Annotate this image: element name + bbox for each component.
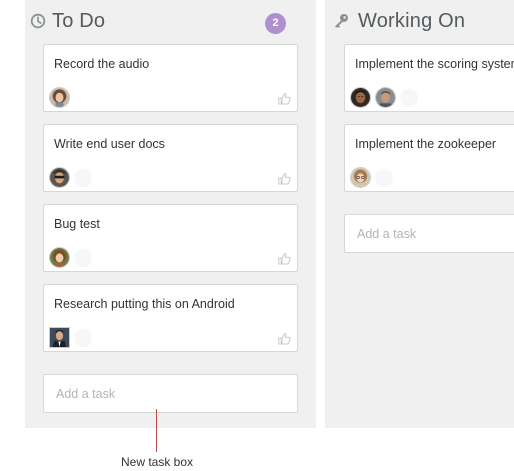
avatar[interactable] <box>350 87 371 108</box>
avatar-placeholder <box>74 169 92 187</box>
task-card[interactable]: Write end user docs <box>43 124 298 192</box>
assignee-list <box>350 87 418 108</box>
avatar[interactable] <box>49 167 70 188</box>
task-card[interactable]: Research putting this on Android <box>43 284 298 352</box>
task-title: Record the audio <box>54 57 150 71</box>
avatar[interactable] <box>49 247 70 268</box>
avatar[interactable] <box>49 87 70 108</box>
assignee-list <box>49 327 92 348</box>
callout-line <box>156 409 157 452</box>
assignee-list <box>49 167 92 188</box>
clock-icon <box>30 13 46 29</box>
column-title: Working On <box>358 10 466 32</box>
thumbs-up-icon[interactable] <box>278 252 291 265</box>
task-title: Implement the scoring system <box>355 57 514 71</box>
task-card[interactable]: Record the audio <box>43 44 298 112</box>
task-title: Research putting this on Android <box>54 297 235 311</box>
assignee-list <box>49 87 70 108</box>
avatar[interactable] <box>375 87 396 108</box>
column-working-on: Working On Implement the scoring system <box>325 0 514 428</box>
task-card[interactable]: Bug test <box>43 204 298 272</box>
task-title: Write end user docs <box>54 137 165 151</box>
avatar[interactable] <box>49 327 70 348</box>
thumbs-up-icon[interactable] <box>278 172 291 185</box>
avatar-placeholder <box>400 89 418 107</box>
assignee-list <box>49 247 92 268</box>
column-header: Working On <box>325 9 514 35</box>
column-header: To Do 2 <box>25 9 316 35</box>
thumbs-up-icon[interactable] <box>278 92 291 105</box>
avatar-placeholder <box>74 249 92 267</box>
avatar-placeholder <box>74 329 92 347</box>
task-card[interactable]: Implement the zookeeper <box>344 124 514 192</box>
task-count-badge: 2 <box>265 13 286 34</box>
assignee-list <box>350 167 393 188</box>
avatar[interactable] <box>350 167 371 188</box>
thumbs-up-icon[interactable] <box>278 332 291 345</box>
avatar-placeholder <box>375 169 393 187</box>
task-board: To Do 2 Record the audio Write end user … <box>0 0 514 428</box>
task-title: Implement the zookeeper <box>355 137 497 151</box>
column-todo: To Do 2 Record the audio Write end user … <box>25 0 316 428</box>
task-title: Bug test <box>54 217 100 231</box>
add-task-input[interactable] <box>344 214 514 253</box>
callout-label: New task box <box>121 455 194 469</box>
add-task-input[interactable] <box>43 374 298 413</box>
task-card[interactable]: Implement the scoring system <box>344 44 514 112</box>
key-icon <box>335 14 348 28</box>
column-title: To Do <box>52 10 106 32</box>
